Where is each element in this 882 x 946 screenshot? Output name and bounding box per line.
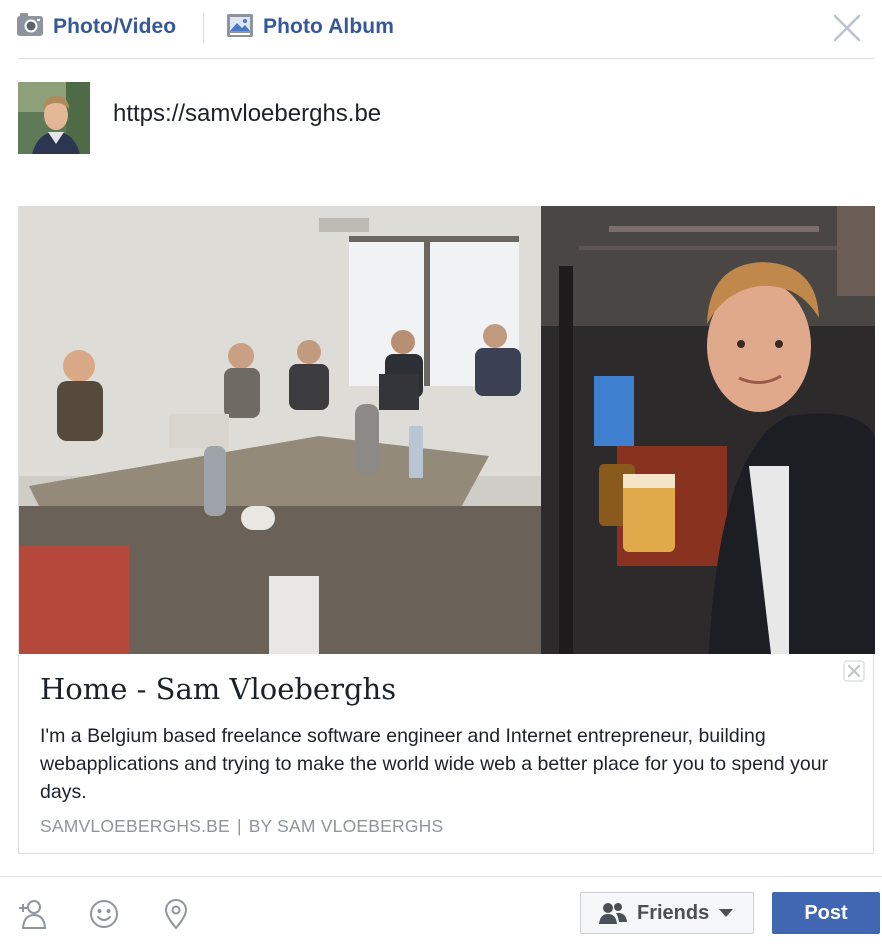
photo-video-tab[interactable]: Photo/Video bbox=[16, 10, 176, 44]
camera-icon bbox=[16, 11, 44, 44]
audience-selector-button[interactable]: Friends bbox=[580, 892, 754, 934]
header-divider bbox=[18, 58, 874, 59]
close-icon[interactable] bbox=[830, 11, 864, 45]
link-preview-image bbox=[19, 206, 875, 654]
tab-divider bbox=[203, 13, 204, 43]
photo-album-label: Photo Album bbox=[263, 15, 394, 38]
composer-text[interactable]: https://samvloeberghs.be bbox=[113, 100, 381, 128]
link-domain: SAMVLOEBERGHS.BE bbox=[40, 816, 230, 836]
link-byline: BY SAM VLOEBERGHS bbox=[248, 816, 444, 836]
remove-preview-icon[interactable] bbox=[843, 660, 865, 682]
smiley-icon[interactable] bbox=[88, 898, 120, 930]
caret-down-icon bbox=[719, 908, 734, 918]
link-meta: SAMVLOEBERGHS.BE | BY SAM VLOEBERGHS bbox=[40, 816, 443, 837]
avatar bbox=[18, 82, 90, 154]
link-description: I'm a Belgium based freelance software e… bbox=[40, 725, 829, 803]
link-preview-card[interactable]: Home - Sam Vloeberghs I'm a Belgium base… bbox=[18, 206, 875, 854]
link-title[interactable]: Home - Sam Vloeberghs bbox=[40, 672, 396, 706]
tag-person-icon[interactable] bbox=[16, 898, 48, 930]
footer-divider bbox=[0, 876, 882, 877]
location-pin-icon[interactable] bbox=[160, 898, 192, 930]
composer-tabs: Photo/Video Photo Album bbox=[0, 0, 882, 60]
meta-separator: | bbox=[236, 816, 242, 836]
friends-icon bbox=[599, 902, 627, 924]
photo-album-tab[interactable]: Photo Album bbox=[226, 10, 394, 44]
photo-video-label: Photo/Video bbox=[53, 15, 177, 38]
audience-label: Friends bbox=[637, 901, 710, 924]
album-icon bbox=[226, 11, 254, 44]
post-button[interactable]: Post bbox=[772, 892, 880, 934]
